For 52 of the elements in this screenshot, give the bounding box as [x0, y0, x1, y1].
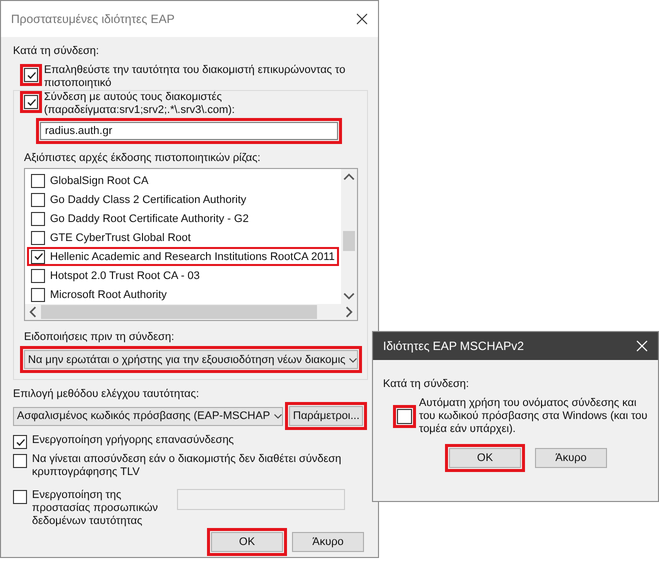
checkbox-label: Επαληθεύστε την ταυτότητα του διακομιστή επικυρώνοντας το πιστοποιητικό — [44, 64, 346, 90]
checkbox[interactable] — [13, 454, 27, 468]
checkbox[interactable] — [13, 435, 27, 449]
dialog-button[interactable]: OK — [211, 532, 283, 552]
close-icon[interactable] — [356, 13, 368, 25]
checkbox[interactable] — [31, 250, 45, 264]
certificate-item[interactable]: Microsoft Root Authority — [27, 285, 339, 304]
scrollbar-thumb[interactable] — [41, 305, 317, 319]
parameters-button[interactable]: Παράμετροι... — [289, 406, 363, 426]
certificate-item[interactable]: GlobalSign Root CA — [27, 171, 339, 190]
certificate-item[interactable]: Go Daddy Root Certificate Authority - G2 — [27, 209, 339, 228]
checkbox[interactable] — [31, 212, 45, 226]
checkbox[interactable] — [24, 68, 38, 82]
section-label: Κατά τη σύνδεση: — [13, 45, 100, 58]
checkbox[interactable] — [31, 230, 45, 244]
checkmark-icon — [26, 70, 36, 80]
window-title: Ιδιότητες EAP MSCHAPv2 — [383, 339, 524, 353]
checkbox-label: Σύνδεση με αυτούς τους διακομιστές (παραδείγματα:srv1;srv2;.*\.srv3\.com): — [44, 91, 236, 117]
checkbox[interactable] — [31, 288, 45, 302]
horizontal-scrollbar[interactable] — [25, 304, 357, 320]
servers-field[interactable]: radius.auth.gr — [40, 122, 338, 140]
checkbox-label: Ενεργοποίηση γρήγορης επανασύνδεσης — [32, 434, 234, 447]
checkmark-icon — [32, 251, 44, 262]
checkbox[interactable] — [31, 192, 45, 206]
scrollbar-thumb[interactable] — [343, 231, 355, 251]
window-title: Προστατευμένες ιδιότητες EAP — [11, 12, 175, 26]
certificate-item[interactable]: Hellenic Academic and Research Institutions RootCA 2011 — [27, 247, 339, 266]
dialog-button[interactable]: OK — [449, 448, 521, 468]
notifications-dropdown[interactable]: Να μην ερωτάται ο χρήστης για την εξουσιοδότηση νέων διακομις — [24, 350, 358, 369]
dialog-button[interactable]: Άκυρο — [292, 532, 364, 552]
checkmark-icon — [14, 436, 26, 448]
checkbox-label: Ενεργοποίηση της προστασίας προσωπικών δεδομένων ταυτότητας — [32, 489, 159, 528]
checkbox[interactable] — [31, 174, 45, 188]
checkbox[interactable] — [397, 409, 412, 424]
checkbox-label: Αυτόματη χρήση του ονόματος σύνδεσης και του κωδικού πρόσβασης στα Windows (και του τομέα εάν υπάρχει). — [419, 397, 648, 436]
checkmark-icon — [26, 96, 36, 108]
method-dropdown[interactable]: Ασφαλισμένος κωδικός πρόσβασης (EAP-MSCHAP — [13, 406, 283, 426]
identity-field[interactable] — [177, 489, 345, 510]
list-label: Αξιόπιστες αρχές έκδοσης πιστοποιητικών ρίζας: — [24, 152, 262, 165]
checkbox[interactable] — [31, 268, 45, 282]
chevron-down-icon — [273, 411, 284, 421]
certificate-item[interactable]: Go Daddy Class 2 Certification Authority — [27, 190, 339, 209]
section-label: Κατά τη σύνδεση: — [383, 378, 470, 391]
dialog-button[interactable]: Άκυρο — [535, 448, 607, 468]
dropdown-label: Ειδοποιήσεις πριν τη σύνδεση: — [24, 331, 176, 344]
dropdown-label: Επιλογή μεθόδου ελέγχου ταυτότητας: — [13, 388, 200, 401]
vertical-scrollbar[interactable] — [341, 169, 357, 304]
checkbox-label: Να γίνεται αποσύνδεση εάν ο διακομιστής δεν διαθέτει σύνδεση κρυπτογράφησης TLV — [32, 453, 342, 479]
checkbox[interactable] — [24, 95, 38, 109]
checkbox[interactable] — [13, 490, 27, 504]
certificate-item[interactable]: GTE CyberTrust Global Root — [27, 228, 339, 247]
certificate-item[interactable]: Hotspot 2.0 Trust Root CA - 03 — [27, 266, 339, 285]
